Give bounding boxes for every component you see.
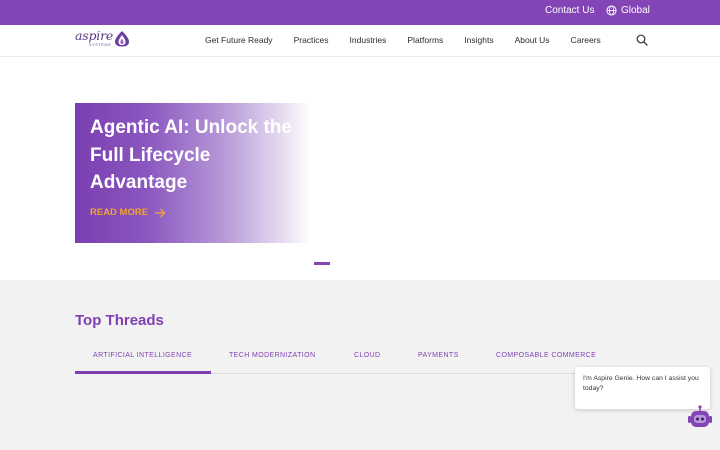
top-utility-bar: Contact Us Global	[0, 0, 720, 25]
carousel-indicator-active[interactable]	[314, 262, 330, 265]
robot-icon[interactable]	[687, 405, 713, 431]
main-navbar: aspire SYSTEMS Get Future Ready Practice…	[0, 25, 720, 57]
chat-greeting-bubble[interactable]: I'm Aspire Genie. How can I assist you t…	[575, 367, 710, 409]
nav-item-insights[interactable]: Insights	[464, 35, 493, 45]
nav-menu: Get Future Ready Practices Industries Pl…	[205, 35, 622, 45]
tab-payments[interactable]: PAYMENTS	[418, 352, 459, 359]
section-title: Top Threads	[75, 312, 164, 329]
read-more-link[interactable]: READ MORE	[90, 207, 166, 218]
read-more-label: READ MORE	[90, 207, 149, 218]
arrow-right-icon	[155, 208, 166, 217]
hero-title: Agentic AI: Unlock the Full Lifecycle Ad…	[90, 117, 292, 193]
hero-slide-card: Agentic AI: Unlock the Full Lifecycle Ad…	[75, 103, 311, 243]
contact-us-link[interactable]: Contact Us	[545, 5, 594, 16]
nav-item-get-future-ready[interactable]: Get Future Ready	[205, 35, 273, 45]
nav-item-practices[interactable]: Practices	[294, 35, 329, 45]
tab-cloud[interactable]: CLOUD	[354, 352, 381, 359]
globe-icon	[606, 5, 617, 16]
tab-tech-modernization[interactable]: TECH MODERNIZATION	[229, 352, 315, 359]
hero-carousel: Agentic AI: Unlock the Full Lifecycle Ad…	[0, 57, 720, 280]
active-tab-underline	[75, 371, 211, 374]
global-label: Global	[621, 5, 650, 16]
logo-wordmark: aspire	[75, 28, 114, 43]
threads-tabs: ARTIFICIAL INTELLIGENCE TECH MODERNIZATI…	[75, 342, 596, 374]
chat-message: I'm Aspire Genie. How can I assist you t…	[583, 375, 699, 392]
nav-item-platforms[interactable]: Platforms	[407, 35, 443, 45]
nav-item-careers[interactable]: Careers	[571, 35, 601, 45]
tab-artificial-intelligence[interactable]: ARTIFICIAL INTELLIGENCE	[93, 352, 192, 359]
top-threads-section: Top Threads ARTIFICIAL INTELLIGENCE TECH…	[0, 280, 720, 450]
tab-composable-commerce[interactable]: COMPOSABLE COMMERCE	[496, 352, 596, 359]
aspire-logo[interactable]: aspire SYSTEMS	[75, 28, 130, 47]
global-selector[interactable]: Global	[606, 5, 650, 16]
flame-icon	[115, 31, 130, 47]
nav-item-industries[interactable]: Industries	[350, 35, 387, 45]
logo-subtitle: SYSTEMS	[89, 42, 112, 47]
nav-item-about-us[interactable]: About Us	[515, 35, 550, 45]
search-icon[interactable]	[636, 34, 648, 46]
